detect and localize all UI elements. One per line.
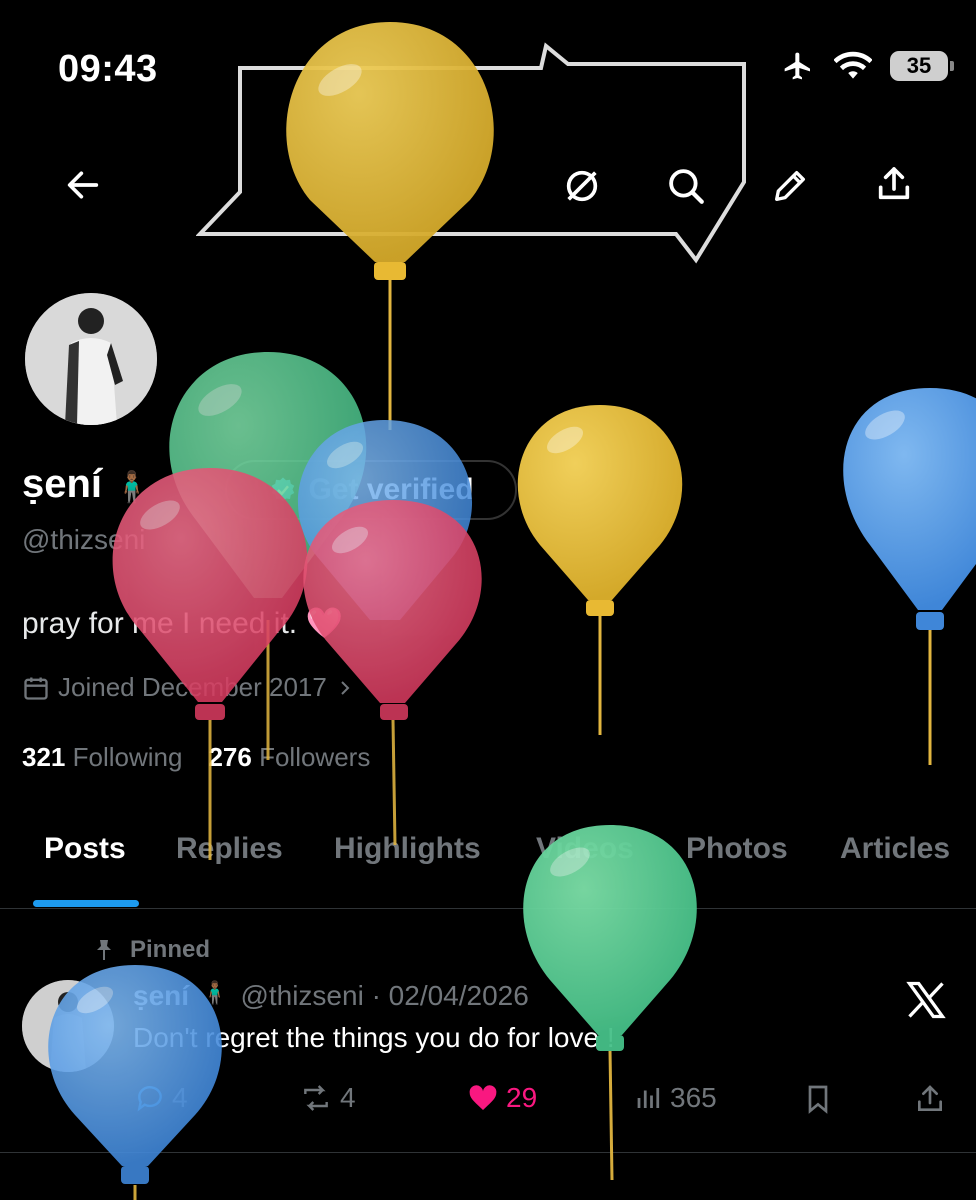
- views-icon: [637, 1088, 660, 1108]
- post-meta: @thizseni · 02/04/2026: [240, 980, 529, 1011]
- grok-button[interactable]: [556, 160, 608, 212]
- post-header: ṣení 🧍🏾‍♂️ @thizseni · 02/04/2026: [133, 980, 529, 1012]
- bookmark-icon: [808, 1085, 828, 1114]
- profile-name-emoji: 🧍🏾‍♂️: [113, 471, 151, 504]
- battery-indicator: 35: [890, 51, 954, 81]
- post-x-logo: [904, 978, 948, 1027]
- post-avatar[interactable]: [22, 980, 114, 1072]
- edit-button[interactable]: [764, 160, 816, 212]
- search-button[interactable]: [660, 160, 712, 212]
- profile-bio-text: pray for me I need it.: [22, 607, 298, 640]
- repost-count: 4: [340, 1082, 356, 1113]
- joined-label: Joined December 2017: [58, 672, 327, 702]
- edit-icon: [775, 171, 805, 201]
- get-verified-button[interactable]: Get verified: [225, 460, 517, 520]
- wifi-icon: [834, 51, 872, 79]
- tab-articles[interactable]: Articles: [840, 832, 950, 866]
- tab-videos[interactable]: Videos: [536, 832, 634, 866]
- profile-bio: pray for me I need it. 🩷: [22, 606, 343, 641]
- calendar-icon: [24, 677, 48, 700]
- views-count: 365: [670, 1082, 717, 1113]
- tabs-divider: [0, 908, 976, 909]
- tooltip-outline: [196, 42, 746, 264]
- share-icon: [918, 1085, 942, 1111]
- followers-label: Followers: [259, 742, 371, 772]
- reply-icon: [137, 1086, 162, 1112]
- joined-date-link[interactable]: Joined December 2017: [22, 672, 355, 703]
- tab-replies[interactable]: Replies: [176, 832, 283, 866]
- airplane-icon: [784, 52, 810, 80]
- avatar-image: [25, 293, 157, 425]
- repost-icon: [304, 1085, 328, 1111]
- like-count: 29: [506, 1082, 538, 1113]
- back-button[interactable]: [58, 160, 108, 210]
- status-time: 09:43: [58, 48, 158, 90]
- balloon-yellow-right: [517, 405, 683, 735]
- post-text: Don't regret the things you do for love …: [133, 1022, 615, 1053]
- post-author-emoji: 🧍🏾‍♂️: [201, 980, 229, 1005]
- like-button[interactable]: 29: [466, 1082, 537, 1114]
- post-share-button[interactable]: [914, 1082, 946, 1116]
- post-avatar-image: [22, 980, 114, 1072]
- balloon-blue-middle: [297, 420, 473, 620]
- tab-photos[interactable]: Photos: [686, 832, 788, 866]
- tab-highlights[interactable]: Highlights: [334, 832, 481, 866]
- share-icon: [878, 167, 910, 200]
- bookmark-button[interactable]: [802, 1082, 834, 1116]
- followers-link[interactable]: 276 Followers: [208, 742, 370, 773]
- balloon-green-bottom: [523, 825, 697, 1181]
- share-button[interactable]: [868, 158, 920, 210]
- chevron-right-icon: [341, 680, 350, 695]
- profile-name: ṣení 🧍🏾‍♂️: [22, 462, 151, 507]
- profile-bio-emoji: 🩷: [305, 607, 343, 640]
- profile-handle: @thizseni: [22, 524, 146, 555]
- balloon-blue-right: [843, 388, 976, 765]
- views-button[interactable]: 365: [634, 1082, 717, 1114]
- follow-stats: 321 Following 276 Followers: [22, 742, 370, 773]
- x-logo-icon: [906, 981, 946, 1019]
- repost-button[interactable]: 4: [298, 1082, 356, 1114]
- search-icon: [669, 169, 704, 204]
- heart-icon: [469, 1085, 497, 1110]
- verified-badge-icon: [272, 477, 295, 502]
- pinned-label: Pinned: [92, 936, 210, 964]
- profile-avatar[interactable]: [22, 290, 160, 428]
- pinned-text: Pinned: [130, 936, 211, 963]
- reply-count: 4: [172, 1082, 188, 1113]
- followers-count: 276: [208, 742, 252, 772]
- post-author-name[interactable]: ṣení: [133, 980, 189, 1012]
- following-link[interactable]: 321 Following: [22, 742, 182, 773]
- back-arrow-icon: [67, 171, 99, 199]
- grok-icon: [566, 170, 598, 202]
- profile-name-text: ṣení: [22, 462, 103, 506]
- reply-button[interactable]: 4: [134, 1082, 188, 1114]
- following-count: 321: [22, 742, 66, 772]
- status-icons: 35: [780, 50, 954, 82]
- pin-icon: [97, 940, 111, 960]
- get-verified-label: Get verified: [308, 473, 474, 506]
- following-label: Following: [72, 742, 183, 772]
- active-tab-indicator: [33, 900, 139, 907]
- tab-posts[interactable]: Posts: [44, 832, 126, 866]
- post-divider: [0, 1152, 976, 1153]
